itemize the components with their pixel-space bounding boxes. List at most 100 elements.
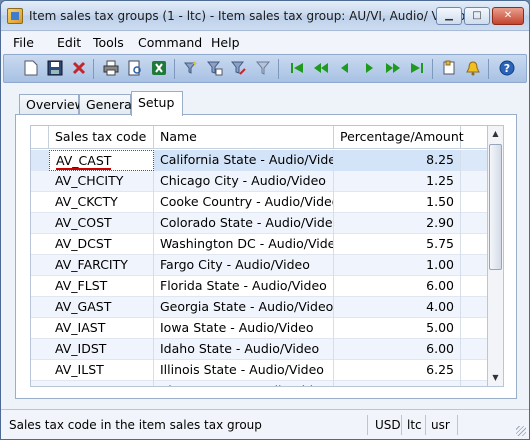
cell-sales-tax-code[interactable]: AV_COST <box>49 213 154 234</box>
cell-name[interactable]: Idaho State - Audio/Video <box>154 339 334 360</box>
row-selector[interactable] <box>31 276 49 297</box>
table-row[interactable]: AV_COST Colorado State - Audio/Video 2.90 <box>31 213 487 234</box>
row-selector[interactable] <box>31 297 49 318</box>
cell-percentage-amount[interactable]: 5.00 <box>334 318 461 339</box>
previous-page-icon[interactable] <box>312 60 330 78</box>
cell-sales-tax-code[interactable]: AV_IDST <box>49 339 154 360</box>
row-selector[interactable] <box>31 318 49 339</box>
cell-sales-tax-code[interactable]: AV_DCST <box>49 234 154 255</box>
cell-percentage-amount[interactable]: 3.40 <box>334 381 461 386</box>
cell-sales-tax-code[interactable]: AV_CAST <box>49 150 154 171</box>
filter-by-selection-icon[interactable] <box>182 60 200 78</box>
cell-name[interactable]: Iowa State - Audio/Video <box>154 318 334 339</box>
row-selector[interactable] <box>31 192 49 213</box>
scrollbar-thumb[interactable] <box>489 144 502 270</box>
row-selector[interactable] <box>31 150 49 171</box>
status-company[interactable]: ltc <box>407 418 422 432</box>
cell-sales-tax-code[interactable]: AV_FLST <box>49 276 154 297</box>
row-selector[interactable] <box>31 381 49 386</box>
cell-percentage-amount[interactable]: 1.25 <box>334 171 461 192</box>
next-page-icon[interactable] <box>384 60 402 78</box>
table-row[interactable]: AV_CAST California State - Audio/Video 8.2… <box>31 150 487 171</box>
cell-name[interactable]: Chicago City - Audio/Video <box>154 171 334 192</box>
row-selector[interactable] <box>31 339 49 360</box>
cell-sales-tax-code[interactable]: AV_ILST <box>49 360 154 381</box>
cell-percentage-amount[interactable]: 6.00 <box>334 339 461 360</box>
row-selector[interactable] <box>31 234 49 255</box>
cell-percentage-amount[interactable]: 1.00 <box>334 255 461 276</box>
row-selector[interactable] <box>31 213 49 234</box>
remove-filter-icon[interactable] <box>254 60 272 78</box>
alert-icon[interactable] <box>464 60 482 78</box>
cell-name[interactable]: Florida State - Audio/Video <box>154 276 334 297</box>
tab-general[interactable]: General <box>79 94 135 115</box>
app-icon[interactable] <box>7 8 23 24</box>
table-row[interactable]: AV_KCCTY King Country - Audio/Video3.40 <box>31 381 487 386</box>
close-button[interactable]: ✕ <box>492 7 524 25</box>
cell-percentage-amount[interactable]: 1.50 <box>334 192 461 213</box>
new-icon[interactable] <box>22 60 40 78</box>
tab-setup[interactable]: Setup <box>131 91 183 116</box>
cell-sales-tax-code[interactable]: AV_FARCITY <box>49 255 154 276</box>
column-header-sales-tax-code[interactable]: Sales tax code <box>49 126 154 149</box>
help-icon[interactable]: ? <box>498 60 516 78</box>
menu-command[interactable]: Command <box>138 35 202 50</box>
table-row[interactable]: AV_CKCTY Cooke Country - Audio/Video 1.50 <box>31 192 487 213</box>
cell-percentage-amount[interactable]: 6.00 <box>334 276 461 297</box>
table-row[interactable]: AV_CHCITY Chicago City - Audio/Video 1.25 <box>31 171 487 192</box>
row-selector[interactable] <box>31 360 49 381</box>
minimize-button[interactable]: ▁ <box>436 7 462 25</box>
print-icon[interactable] <box>102 60 120 78</box>
advanced-filter-icon[interactable] <box>230 60 248 78</box>
scroll-up-icon[interactable]: ▲ <box>488 126 503 142</box>
menu-help[interactable]: Help <box>211 35 240 50</box>
table-row[interactable]: AV_FLST Florida State - Audio/Video 6.00 <box>31 276 487 297</box>
table-row[interactable]: AV_DCST Washington DC - Audio/Video 5.75 <box>31 234 487 255</box>
cell-sales-tax-code[interactable]: AV_CKCTY <box>49 192 154 213</box>
menu-edit[interactable]: Edit <box>57 35 81 50</box>
cell-percentage-amount[interactable]: 5.75 <box>334 234 461 255</box>
cell-percentage-amount[interactable]: 8.25 <box>334 150 461 171</box>
cell-sales-tax-code[interactable]: AV_GAST <box>49 297 154 318</box>
cell-name[interactable]: Fargo City - Audio/Video <box>154 255 334 276</box>
row-selector[interactable] <box>31 171 49 192</box>
row-selector[interactable] <box>31 255 49 276</box>
resize-grip-icon[interactable] <box>516 426 526 436</box>
cell-name[interactable]: Colorado State - Audio/Video <box>154 213 334 234</box>
column-header-percentage-amount[interactable]: Percentage/Amount <box>334 126 464 149</box>
filter-by-grid-icon[interactable] <box>206 60 224 78</box>
table-row[interactable]: AV_ILST Illinois State - Audio/Video 6.25 <box>31 360 487 381</box>
cell-name[interactable]: Cooke Country - Audio/Video <box>154 192 334 213</box>
cell-name[interactable]: Illinois State - Audio/Video <box>154 360 334 381</box>
next-record-icon[interactable] <box>360 60 378 78</box>
cell-name[interactable]: Washington DC - Audio/Video <box>154 234 334 255</box>
table-row[interactable]: AV_GAST Georgia State - Audio/Video 4.00 <box>31 297 487 318</box>
previous-record-icon[interactable] <box>336 60 354 78</box>
cell-percentage-amount[interactable]: 4.00 <box>334 297 461 318</box>
table-row[interactable]: AV_IDST Idaho State - Audio/Video 6.00 <box>31 339 487 360</box>
last-record-icon[interactable] <box>408 60 426 78</box>
excel-export-icon[interactable] <box>150 60 168 78</box>
cell-sales-tax-code[interactable]: AV_KCCTY <box>49 381 154 386</box>
title-bar[interactable]: Item sales tax groups (1 - ltc) - Item s… <box>1 1 529 31</box>
delete-icon[interactable] <box>70 60 88 78</box>
print-preview-icon[interactable] <box>126 60 144 78</box>
column-header-name[interactable]: Name <box>154 126 334 149</box>
cell-name[interactable]: King Country - Audio/Video <box>154 381 334 386</box>
save-icon[interactable] <box>46 60 64 78</box>
menu-file[interactable]: File <box>13 35 34 50</box>
cell-percentage-amount[interactable]: 6.25 <box>334 360 461 381</box>
row-selector-header[interactable] <box>31 126 49 149</box>
cell-name[interactable]: California State - Audio/Video <box>154 150 334 171</box>
tab-overview[interactable]: Overview <box>19 94 85 115</box>
cell-name[interactable]: Georgia State - Audio/Video <box>154 297 334 318</box>
document-handling-icon[interactable] <box>440 60 458 78</box>
table-row[interactable]: AV_FARCITY Fargo City - Audio/Video 1.00 <box>31 255 487 276</box>
status-user[interactable]: usr <box>431 418 450 432</box>
sales-tax-code-grid[interactable]: Sales tax code Name Percentage/Amount AV… <box>30 125 488 387</box>
status-currency[interactable]: USD <box>375 418 401 432</box>
cell-sales-tax-code[interactable]: AV_IAST <box>49 318 154 339</box>
table-row[interactable]: AV_IAST Iowa State - Audio/Video 5.00 <box>31 318 487 339</box>
maximize-button[interactable]: □ <box>464 7 490 25</box>
menu-tools[interactable]: Tools <box>93 35 124 50</box>
